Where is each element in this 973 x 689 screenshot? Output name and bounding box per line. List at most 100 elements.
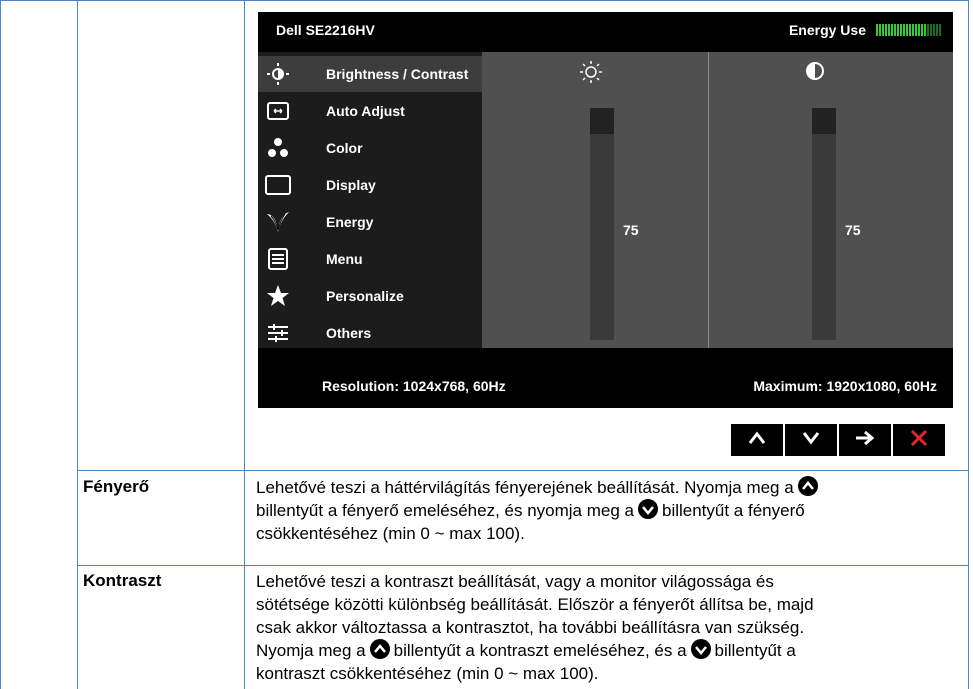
table-border-top bbox=[0, 0, 969, 1]
menu-label: Energy bbox=[326, 214, 374, 230]
menu-label: Brightness / Contrast bbox=[326, 66, 469, 82]
osd-footer: Resolution: 1024x768, 60Hz Maximum: 1920… bbox=[258, 364, 953, 408]
energy-bar-segment bbox=[909, 24, 911, 36]
color-icon bbox=[264, 134, 292, 162]
description-line: sötétsége közötti különbség beállítását.… bbox=[256, 593, 956, 616]
row-label-contrast: Kontraszt bbox=[83, 571, 162, 590]
description-line: Lehetővé teszi a kontraszt beállítását, … bbox=[256, 570, 956, 593]
energy-bar-segment bbox=[882, 24, 884, 36]
osd-title: Dell SE2216HV bbox=[276, 22, 375, 38]
energy-bar-segment bbox=[912, 24, 914, 36]
display-icon bbox=[264, 171, 292, 199]
menu-item-display[interactable]: Display bbox=[258, 167, 482, 203]
contrast-slider[interactable] bbox=[812, 108, 836, 340]
energy-bar-segment bbox=[897, 24, 899, 36]
description-text: kontraszt csökkentéséhez (min 0 ~ max 10… bbox=[256, 664, 599, 683]
description-text: billentyűt a bbox=[714, 641, 796, 660]
up-key-icon bbox=[797, 476, 818, 496]
close-icon bbox=[910, 429, 928, 452]
energy-icon bbox=[264, 208, 292, 236]
description-text: Nyomja meg a bbox=[256, 641, 366, 660]
description-text: sötétsége közötti különbség beállítását.… bbox=[256, 595, 814, 614]
menu-label: Others bbox=[326, 325, 372, 341]
menu-label: Color bbox=[326, 140, 363, 156]
osd-menu: Brightness / Contrast Auto Adjust Color … bbox=[258, 52, 482, 348]
description-line: Lehetővé teszi a háttérvilágítás fényere… bbox=[256, 476, 956, 499]
menu-item-personalize[interactable]: Personalize bbox=[258, 278, 482, 314]
menu-label: Personalize bbox=[326, 288, 404, 304]
menu-item-others[interactable]: Others bbox=[258, 315, 482, 351]
row-label-brightness: Fényerő bbox=[83, 477, 150, 496]
brightness-icon bbox=[264, 60, 292, 88]
exit-button[interactable] bbox=[893, 424, 945, 456]
energy-bar-segment bbox=[930, 24, 932, 36]
table-border-right bbox=[968, 0, 969, 689]
energy-bar-segment bbox=[927, 24, 929, 36]
description-text: billentyűt a kontraszt emeléséhez, és a bbox=[393, 641, 687, 660]
row-description-brightness: Lehetővé teszi a háttérvilágítás fényere… bbox=[256, 476, 956, 545]
down-arrow-icon bbox=[802, 431, 820, 450]
menu-item-menu[interactable]: Menu bbox=[258, 241, 482, 277]
energy-bar-segment bbox=[915, 24, 917, 36]
energy-bar-segment bbox=[885, 24, 887, 36]
table-border-col2 bbox=[244, 0, 245, 689]
down-button[interactable] bbox=[785, 424, 837, 456]
description-text: billentyűt a fényerő bbox=[661, 501, 805, 520]
description-text: csak akkor változtassa a kontrasztot, ha… bbox=[256, 618, 805, 637]
energy-bar-segment bbox=[891, 24, 893, 36]
energy-bar-segment bbox=[894, 24, 896, 36]
energy-bar-segment bbox=[933, 24, 935, 36]
description-line: billentyűt a fényerő emeléséhez, és nyom… bbox=[256, 499, 956, 522]
auto-adjust-icon bbox=[264, 97, 292, 125]
energy-bar-segment bbox=[921, 24, 923, 36]
osd-header: Dell SE2216HV Energy Use bbox=[258, 12, 953, 52]
panel-divider bbox=[708, 52, 709, 348]
contrast-slider-handle[interactable] bbox=[812, 108, 836, 134]
table-border-left bbox=[0, 0, 1, 689]
energy-bar-segment bbox=[876, 24, 878, 36]
others-icon bbox=[264, 319, 292, 347]
energy-bar-segment bbox=[900, 24, 902, 36]
menu-label: Auto Adjust bbox=[326, 103, 405, 119]
up-arrow-icon bbox=[748, 431, 766, 450]
contrast-value: 75 bbox=[845, 222, 861, 238]
energy-bar-segment bbox=[936, 24, 938, 36]
energy-bar-segment bbox=[918, 24, 920, 36]
description-line: Nyomja meg a billentyűt a kontraszt emelé… bbox=[256, 639, 956, 662]
up-button[interactable] bbox=[731, 424, 783, 456]
description-line: csak akkor változtassa a kontrasztot, ha… bbox=[256, 616, 956, 639]
star-icon bbox=[264, 282, 292, 310]
energy-use: Energy Use bbox=[789, 22, 941, 38]
osd-screen: Dell SE2216HV Energy Use Brightness / Co… bbox=[258, 12, 953, 408]
energy-bar-segment bbox=[888, 24, 890, 36]
description-line: kontraszt csökkentéséhez (min 0 ~ max 10… bbox=[256, 662, 956, 685]
menu-item-brightness-contrast[interactable]: Brightness / Contrast bbox=[258, 56, 482, 92]
menu-label: Menu bbox=[326, 251, 363, 267]
description-text: csökkentéséhez (min 0 ~ max 100). bbox=[256, 524, 525, 543]
brightness-slider-handle[interactable] bbox=[590, 108, 614, 134]
description-text: billentyűt a fényerő emeléséhez, és nyom… bbox=[256, 501, 634, 520]
menu-label: Display bbox=[326, 177, 376, 193]
energy-bar-segment bbox=[879, 24, 881, 36]
energy-meter bbox=[876, 24, 941, 36]
right-arrow-icon bbox=[855, 430, 875, 451]
energy-bar-segment bbox=[906, 24, 908, 36]
row-description-contrast: Lehetővé teszi a kontraszt beállítását, … bbox=[256, 570, 956, 685]
max-resolution-text: Maximum: 1920x1080, 60Hz bbox=[753, 378, 937, 394]
table-row-divider bbox=[77, 565, 969, 566]
brightness-slider[interactable] bbox=[590, 108, 614, 340]
energy-bar-segment bbox=[939, 24, 941, 36]
menu-item-color[interactable]: Color bbox=[258, 130, 482, 166]
down-key-icon bbox=[690, 639, 711, 659]
menu-icon bbox=[264, 245, 292, 273]
description-text: Lehetővé teszi a háttérvilágítás fényere… bbox=[256, 478, 794, 497]
menu-item-energy[interactable]: Energy bbox=[258, 204, 482, 240]
table-row-divider bbox=[77, 470, 969, 471]
up-key-icon bbox=[369, 639, 390, 659]
table-border-col1 bbox=[77, 0, 78, 689]
energy-bar-segment bbox=[903, 24, 905, 36]
resolution-text: Resolution: 1024x768, 60Hz bbox=[322, 378, 506, 394]
menu-item-auto-adjust[interactable]: Auto Adjust bbox=[258, 93, 482, 129]
brightness-value: 75 bbox=[623, 222, 639, 238]
enter-button[interactable] bbox=[839, 424, 891, 456]
